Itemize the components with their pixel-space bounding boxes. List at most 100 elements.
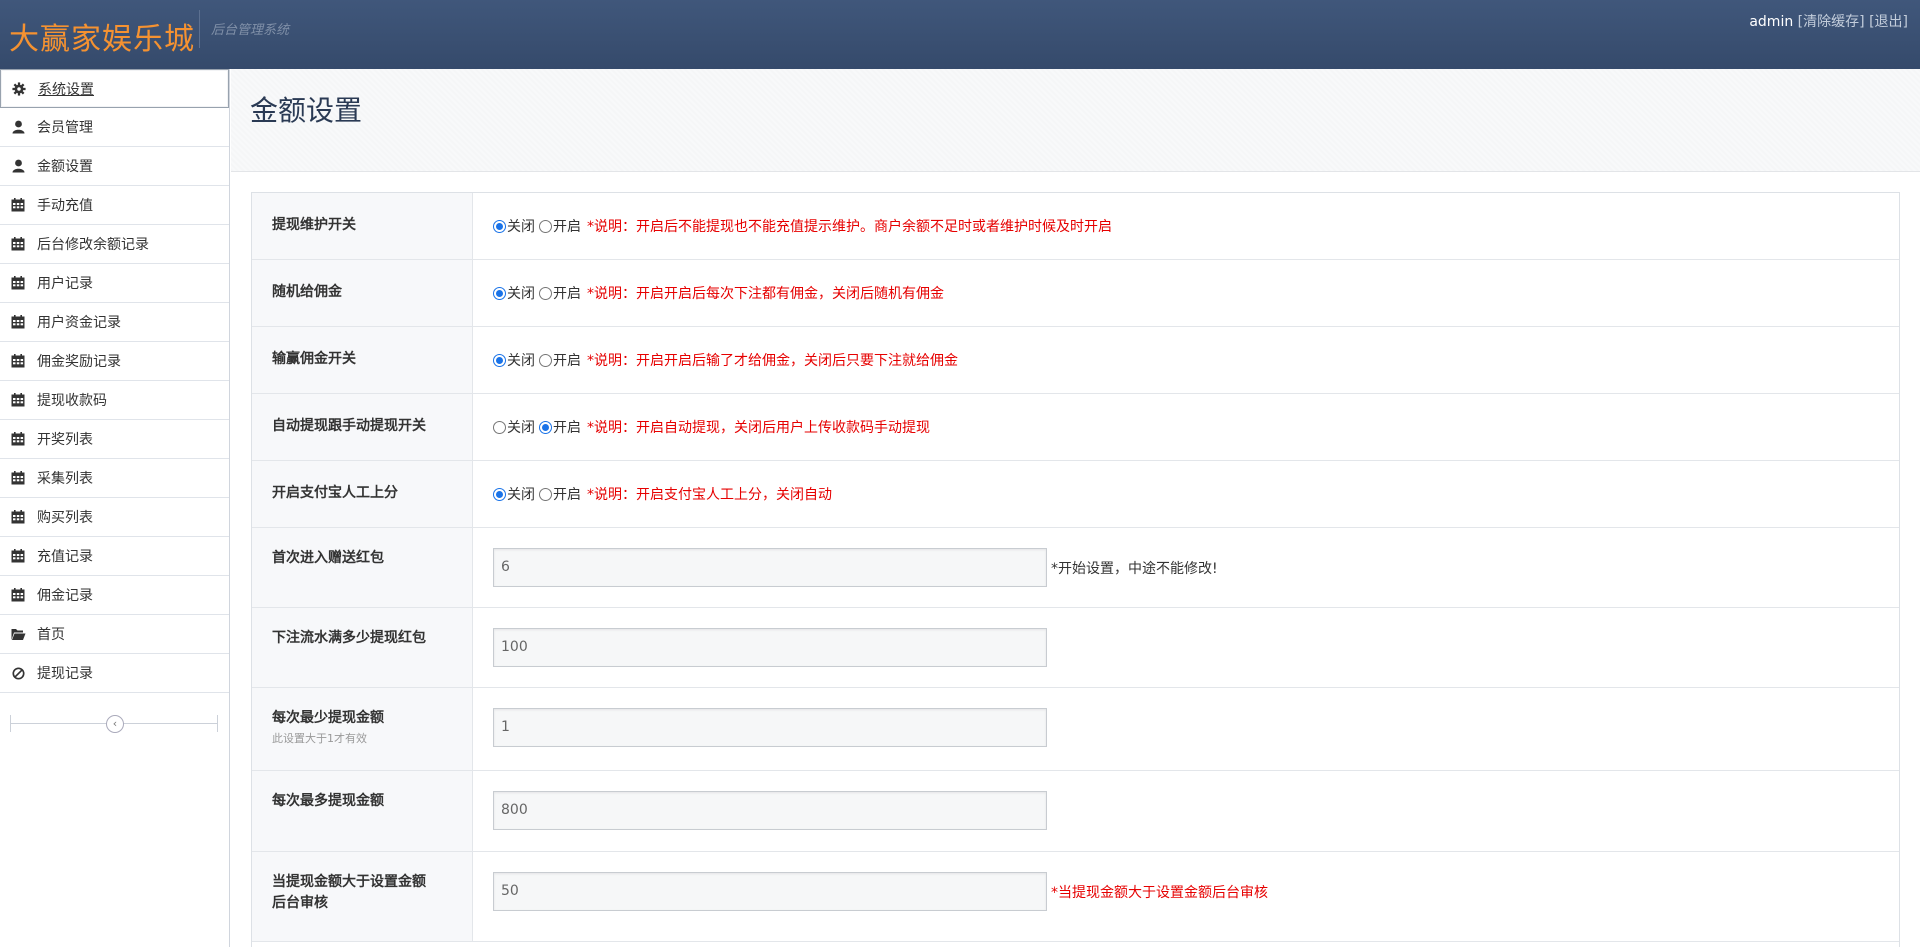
- sidebar-item[interactable]: 佣金记录: [0, 576, 229, 615]
- calendar-icon: [10, 431, 26, 447]
- field-note: *当提现金额大于设置金额后台审核: [1051, 885, 1268, 901]
- gear-icon: [11, 81, 27, 97]
- toggle-setting-row: 自动提现跟手动提现开关 关闭 开启 *说明：开启自动提现，关闭后用户上传收款码手动提现: [252, 394, 1899, 461]
- radio-off-label[interactable]: 关闭: [507, 417, 535, 437]
- radio-off-label[interactable]: 关闭: [507, 283, 535, 303]
- row-label-cell: 自动提现跟手动提现开关: [252, 394, 473, 460]
- sidebar: 系统设置 会员管理 金额设置 手动充值 后台修改余额记录用户记录用户资金记录 佣金奖励记录…: [0, 69, 230, 947]
- setting-note: *说明：开启开启后每次下注都有佣金，关闭后随机有佣金: [587, 286, 944, 302]
- radio-on[interactable]: [539, 487, 552, 501]
- setting-label: 自动提现跟手动提现开关: [272, 418, 426, 434]
- radio-off[interactable]: [493, 487, 506, 501]
- sidebar-item-label: 佣金记录: [37, 588, 93, 604]
- radio-group: 关闭 开启 *说明：开启后不能提现也不能充值提示维护。商户余额不足时或者维护时候及时…: [493, 216, 1112, 236]
- radio-on[interactable]: [539, 286, 552, 300]
- row-label-cell: 下注流水满多少提现红包: [252, 608, 473, 687]
- input-setting-row: 下注流水满多少提现红包 100: [252, 608, 1899, 688]
- radio-off[interactable]: [493, 420, 506, 434]
- sidebar-item[interactable]: 后台修改余额记录: [0, 225, 229, 264]
- row-label-cell: 提现维护开关: [252, 193, 473, 259]
- radio-group: 关闭 开启 *说明：开启开启后输了才给佣金，关闭后只要下注就给佣金: [493, 350, 958, 370]
- calendar-icon: [10, 509, 26, 525]
- collapse-divider-left: [10, 715, 11, 732]
- radio-on-label[interactable]: 开启: [553, 350, 581, 370]
- calendar-icon: [10, 236, 26, 252]
- setting-label: 首次进入赠送红包: [272, 550, 384, 566]
- sidebar-collapse-row: ‹: [10, 713, 218, 733]
- setting-label: 下注流水满多少提现红包: [272, 630, 426, 646]
- setting-note: *说明：开启后不能提现也不能充值提示维护。商户余额不足时或者维护时候及时开启: [587, 219, 1112, 235]
- radio-on[interactable]: [539, 420, 552, 434]
- sidebar-item[interactable]: 佣金奖励记录: [0, 342, 229, 381]
- sidebar-item[interactable]: 手动充值: [0, 186, 229, 225]
- radio-on-label[interactable]: 开启: [553, 484, 581, 504]
- calendar-icon: [10, 392, 26, 408]
- sidebar-item[interactable]: 用户记录: [0, 264, 229, 303]
- radio-off[interactable]: [493, 219, 506, 233]
- row-label-cell: 每次最多提现金额: [252, 771, 473, 851]
- radio-group: 关闭 开启 *说明：开启支付宝人工上分，关闭自动: [493, 484, 832, 504]
- user-bar: admin [清除缓存] [退出]: [1749, 11, 1908, 31]
- radio-off-label[interactable]: 关闭: [507, 216, 535, 236]
- ban-icon: [10, 665, 26, 681]
- radio-on[interactable]: [539, 353, 552, 367]
- radio-on-label[interactable]: 开启: [553, 216, 581, 236]
- user-icon: [10, 119, 26, 135]
- brand-logo[interactable]: 大赢家娱乐城: [9, 14, 195, 58]
- sidebar-item[interactable]: 会员管理: [0, 108, 229, 147]
- sidebar-item[interactable]: 金额设置: [0, 147, 229, 186]
- sidebar-item-label: 提现记录: [37, 666, 93, 682]
- radio-off[interactable]: [493, 353, 506, 367]
- radio-off[interactable]: [493, 286, 506, 300]
- input-setting-row: 每次最多提现金额 800: [252, 771, 1899, 852]
- setting-hint: 此设置大于1才有效: [272, 732, 367, 745]
- page-title: 金额设置: [250, 94, 363, 127]
- input-setting-row: 当提现金额大于设置金额 后台审核 50 *当提现金额大于设置金额后台审核: [252, 852, 1899, 942]
- sidebar-item[interactable]: 购买列表: [0, 498, 229, 537]
- page-header: 金额设置: [231, 69, 1920, 172]
- amount-input[interactable]: 6: [493, 548, 1047, 587]
- sidebar-item[interactable]: 采集列表: [0, 459, 229, 498]
- calendar-icon: [10, 197, 26, 213]
- sidebar-item[interactable]: 开奖列表: [0, 420, 229, 459]
- calendar-icon: [10, 548, 26, 564]
- sidebar-item[interactable]: 提现记录: [0, 654, 229, 693]
- amount-input[interactable]: 100: [493, 628, 1047, 667]
- row-field-cell: 关闭 开启 *说明：开启后不能提现也不能充值提示维护。商户余额不足时或者维护时候及时…: [473, 193, 1899, 259]
- toggle-setting-row: 输赢佣金开关 关闭 开启 *说明：开启开启后输了才给佣金，关闭后只要下注就给佣金: [252, 327, 1899, 394]
- row-label-cell: 首次进入赠送红包: [252, 528, 473, 607]
- sidebar-item[interactable]: 用户资金记录: [0, 303, 229, 342]
- radio-on-label[interactable]: 开启: [553, 283, 581, 303]
- setting-label: 输赢佣金开关: [272, 351, 356, 367]
- amount-input[interactable]: 1: [493, 708, 1047, 747]
- setting-label: 当提现金额大于设置金额 后台审核: [272, 872, 426, 914]
- sidebar-item-label: 用户记录: [37, 276, 93, 292]
- radio-group: 关闭 开启 *说明：开启开启后每次下注都有佣金，关闭后随机有佣金: [493, 283, 944, 303]
- row-label-cell: 输赢佣金开关: [252, 327, 473, 393]
- sidebar-item[interactable]: 系统设置: [0, 69, 229, 108]
- input-setting-row: 每次最少提现金额 此设置大于1才有效 1: [252, 688, 1899, 771]
- brand-subtitle: 后台管理系统: [211, 23, 290, 38]
- row-field-cell: 6 *开始设置，中途不能修改!: [473, 528, 1899, 607]
- row-label-cell: 每次最少提现金额 此设置大于1才有效: [252, 688, 473, 770]
- sidebar-item[interactable]: 提现收款码: [0, 381, 229, 420]
- amount-input[interactable]: 800: [493, 791, 1047, 830]
- radio-group: 关闭 开启 *说明：开启自动提现，关闭后用户上传收款码手动提现: [493, 417, 930, 437]
- amount-input[interactable]: 50: [493, 872, 1047, 911]
- radio-off-label[interactable]: 关闭: [507, 350, 535, 370]
- setting-note: *说明：开启支付宝人工上分，关闭自动: [587, 487, 832, 503]
- radio-on[interactable]: [539, 219, 552, 233]
- radio-off-label[interactable]: 关闭: [507, 484, 535, 504]
- toggle-setting-row: 随机给佣金 关闭 开启 *说明：开启开启后每次下注都有佣金，关闭后随机有佣金: [252, 260, 1899, 327]
- row-label-cell: 开启支付宝人工上分: [252, 461, 473, 527]
- calendar-icon: [10, 275, 26, 291]
- logout-link[interactable]: [退出]: [1869, 14, 1908, 30]
- sidebar-item-label: 充值记录: [37, 549, 93, 565]
- sidebar-menu: 系统设置 会员管理 金额设置 手动充值 后台修改余额记录用户记录用户资金记录 佣金奖励记录…: [0, 69, 229, 693]
- username: admin: [1749, 14, 1794, 30]
- chevron-left-icon[interactable]: ‹: [106, 715, 124, 733]
- sidebar-item[interactable]: 充值记录: [0, 537, 229, 576]
- clear-cache-link[interactable]: [清除缓存]: [1798, 14, 1865, 30]
- radio-on-label[interactable]: 开启: [553, 417, 581, 437]
- sidebar-item[interactable]: 首页: [0, 615, 229, 654]
